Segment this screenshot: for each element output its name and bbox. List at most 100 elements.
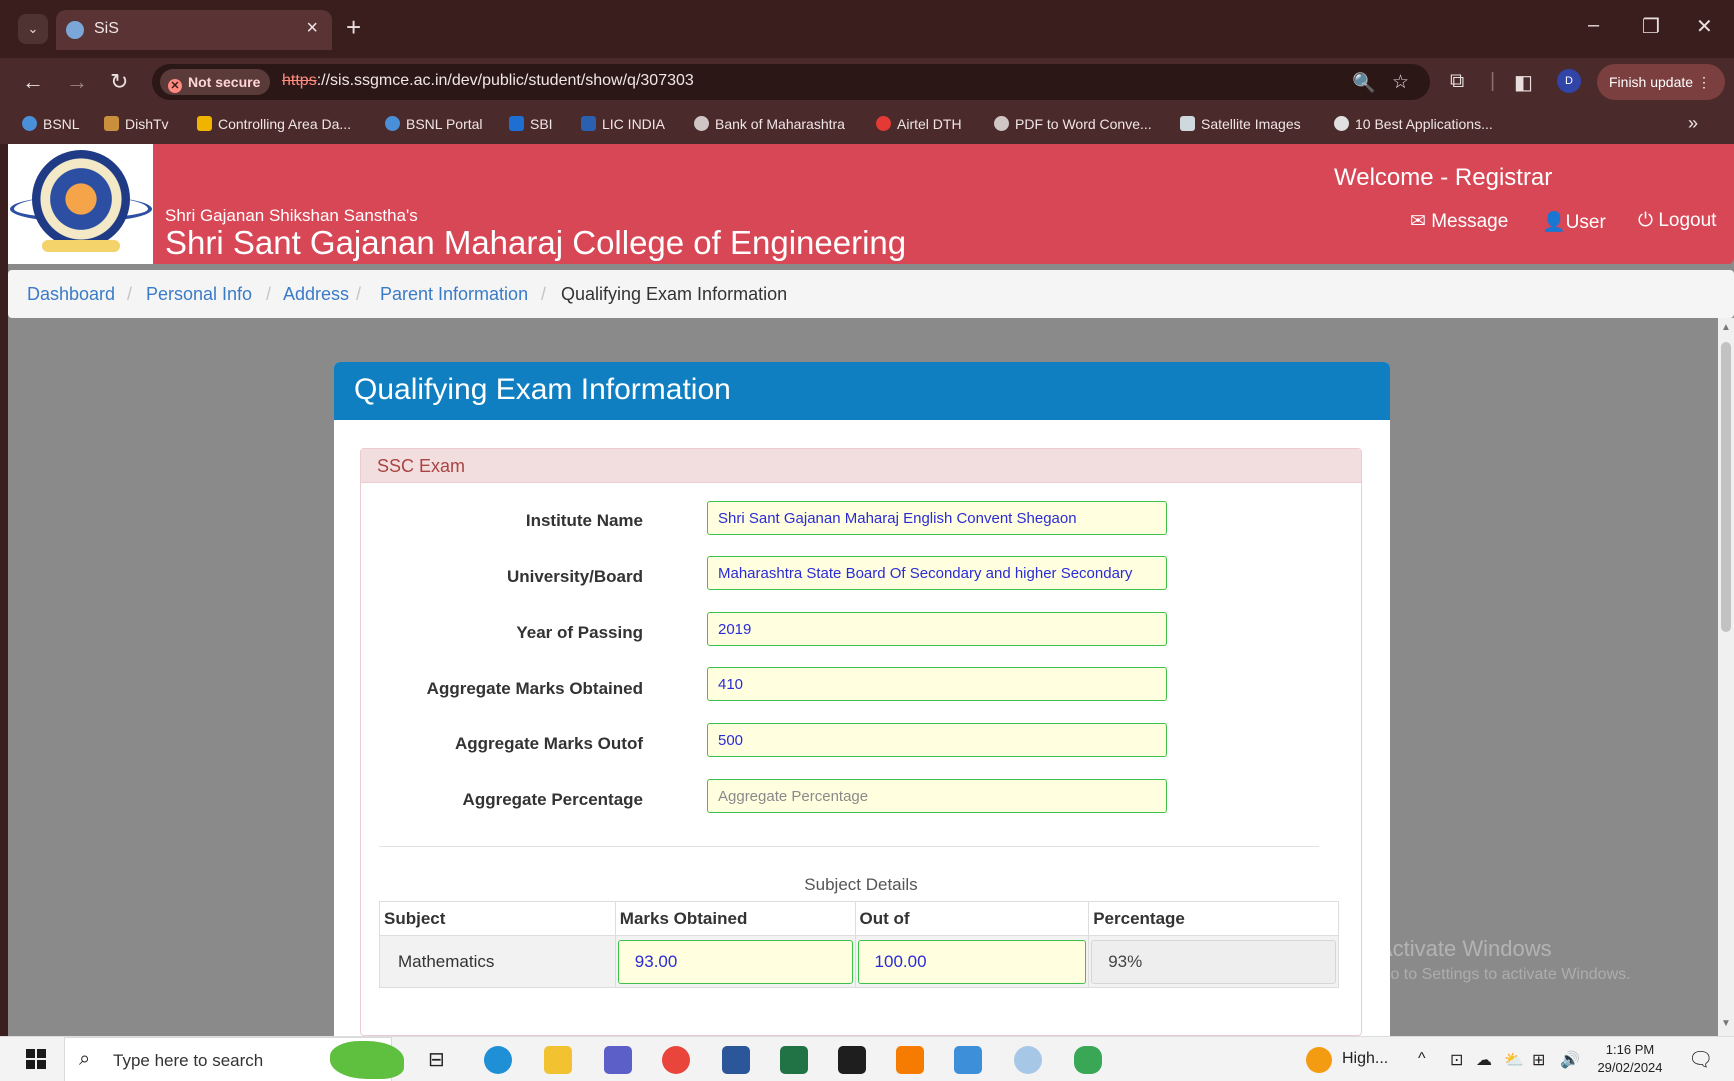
extensions-icon[interactable]: ⧉ (1450, 70, 1464, 93)
bookmark-item[interactable]: PDF to Word Conve... (994, 116, 1152, 132)
word-icon[interactable] (722, 1046, 750, 1074)
file-explorer-icon[interactable] (544, 1046, 572, 1074)
windows-start-icon[interactable] (26, 1049, 46, 1069)
scrollbar-thumb[interactable] (1721, 342, 1731, 632)
excel-icon[interactable] (780, 1046, 808, 1074)
bookmark-item[interactable]: Satellite Images (1180, 116, 1301, 132)
airtel-icon (876, 116, 891, 131)
weather-icon[interactable] (1306, 1047, 1332, 1073)
taskbar-search-placeholder: Type here to search (113, 1051, 264, 1070)
scroll-down-icon[interactable]: ▼ (1721, 1018, 1731, 1029)
out-of-input[interactable] (857, 939, 1087, 984)
bookmark-item[interactable]: BSNL (22, 116, 80, 132)
volume-icon[interactable]: 🔊 (1560, 1050, 1580, 1070)
zoom-icon[interactable]: 🔍 (1352, 71, 1376, 95)
lic-icon (581, 116, 596, 131)
powershell-icon[interactable] (954, 1046, 982, 1074)
app-icon[interactable] (1074, 1046, 1102, 1074)
paint-icon[interactable] (1014, 1046, 1042, 1074)
logo-ribbon (42, 240, 120, 252)
panel-title: SSC Exam (377, 456, 466, 476)
forward-icon[interactable]: → (66, 69, 88, 95)
message-label: Message (1431, 211, 1509, 232)
more-bookmarks-icon[interactable]: » (1688, 113, 1698, 134)
breadcrumb-personal-info[interactable]: Personal Info (146, 284, 252, 305)
subject-column-header: Subject (379, 901, 616, 936)
address-bar[interactable]: ✕ Not secure https://sis.ssgmce.ac.in/dev… (152, 64, 1430, 100)
bookmark-item[interactable]: Airtel DTH (876, 116, 962, 132)
tray-chevron-icon[interactable]: ^ (1418, 1050, 1426, 1068)
minimize-icon[interactable]: – (1588, 14, 1599, 37)
aggregate-marks-outof-field[interactable] (707, 723, 1167, 757)
dishtv-icon (104, 116, 119, 131)
notification-icon[interactable]: 🗨 (1688, 1047, 1713, 1072)
user-link[interactable]: 👤User (1542, 210, 1606, 234)
side-panel-icon[interactable]: ◧ (1514, 70, 1533, 95)
task-view-icon[interactable]: ⊟ (428, 1047, 445, 1072)
clock[interactable]: 1:16 PM 29/02/2024 (1590, 1041, 1670, 1077)
bookmark-item[interactable]: SBI (509, 116, 553, 132)
back-icon[interactable]: ← (22, 69, 44, 95)
page-scrollbar[interactable]: ▲ ▼ (1718, 318, 1734, 1036)
aggregate-marks-outof-label: Aggregate Marks Outof (455, 734, 643, 753)
logout-link[interactable]: ⏻ Logout (1638, 210, 1716, 232)
bookmark-label: PDF to Word Conve... (1015, 116, 1152, 132)
security-chip[interactable]: ✕ Not secure (160, 69, 271, 95)
bookmark-label: SBI (530, 116, 553, 132)
breadcrumb-parent-information[interactable]: Parent Information (380, 284, 528, 305)
apps-icon (1334, 116, 1349, 131)
college-name: Shri Sant Gajanan Maharaj College of Eng… (165, 224, 907, 261)
edge-icon[interactable] (484, 1046, 512, 1074)
terminal-icon[interactable] (838, 1046, 866, 1074)
bookmark-label: BSNL (43, 116, 80, 132)
close-window-icon[interactable]: ✕ (1696, 14, 1713, 39)
bookmark-label: Airtel DTH (897, 116, 962, 132)
bookmark-label: Bank of Maharashtra (715, 116, 845, 132)
bookmark-item[interactable]: 10 Best Applications... (1334, 116, 1493, 132)
bookmark-item[interactable]: LIC INDIA (581, 116, 665, 132)
tab-title: SiS (94, 20, 119, 37)
bookmark-label: LIC INDIA (602, 116, 666, 132)
sublime-icon[interactable] (896, 1046, 924, 1074)
profile-avatar[interactable]: D (1557, 69, 1581, 93)
onedrive-icon[interactable]: ☁ (1476, 1050, 1492, 1070)
restore-icon[interactable]: ❐ (1642, 14, 1660, 39)
meet-icon[interactable]: ⊡ (1450, 1050, 1463, 1070)
browser-tab[interactable]: SiS × (56, 10, 332, 50)
pdf-icon (994, 116, 1009, 131)
not-secure-label: Not secure (188, 74, 261, 90)
tab-search-dropdown-icon[interactable]: ⌄ (18, 14, 48, 44)
reload-icon[interactable]: ↻ (110, 69, 128, 95)
breadcrumb-address[interactable]: Address (283, 284, 349, 305)
bookmark-item[interactable]: BSNL Portal (385, 116, 483, 132)
bookmark-star-icon[interactable]: ☆ (1392, 71, 1409, 94)
finish-update-button[interactable]: Finish update ⋮ (1597, 64, 1725, 100)
breadcrumb-separator: / (127, 284, 133, 304)
message-link[interactable]: ✉ Message (1410, 210, 1508, 233)
network-icon[interactable]: ⊞ (1532, 1050, 1545, 1070)
institute-name-field[interactable] (707, 501, 1167, 535)
year-of-passing-field[interactable] (707, 612, 1167, 646)
aggregate-percentage-field[interactable] (707, 779, 1167, 813)
url-text[interactable]: https://sis.ssgmce.ac.in/dev/public/stud… (282, 72, 694, 90)
card-header: Qualifying Exam Information (334, 362, 1390, 420)
bookmark-item[interactable]: DishTv (104, 116, 169, 132)
tab-close-icon[interactable]: × (306, 17, 318, 40)
weather-text[interactable]: High... (1342, 1050, 1388, 1068)
site-favicon-icon (66, 21, 84, 39)
bookmark-item[interactable]: Controlling Area Da... (197, 116, 351, 132)
percentage-value: 93% (1091, 939, 1336, 984)
teams-icon[interactable] (604, 1046, 632, 1074)
marks-obtained-input[interactable] (617, 939, 853, 984)
scroll-up-icon[interactable]: ▲ (1721, 322, 1731, 333)
percentage-column-header: Percentage (1088, 901, 1339, 936)
university-board-field[interactable] (707, 556, 1167, 590)
aggregate-marks-obtained-field[interactable] (707, 667, 1167, 701)
breadcrumb-dashboard[interactable]: Dashboard (27, 284, 115, 305)
cloud-icon[interactable]: ⛅ (1504, 1050, 1524, 1070)
out-of-cell (854, 935, 1090, 988)
bookmark-item[interactable]: Bank of Maharashtra (694, 116, 845, 132)
institute-name-label: Institute Name (525, 511, 643, 530)
chrome-icon[interactable] (662, 1046, 690, 1074)
new-tab-button[interactable]: + (346, 12, 361, 43)
